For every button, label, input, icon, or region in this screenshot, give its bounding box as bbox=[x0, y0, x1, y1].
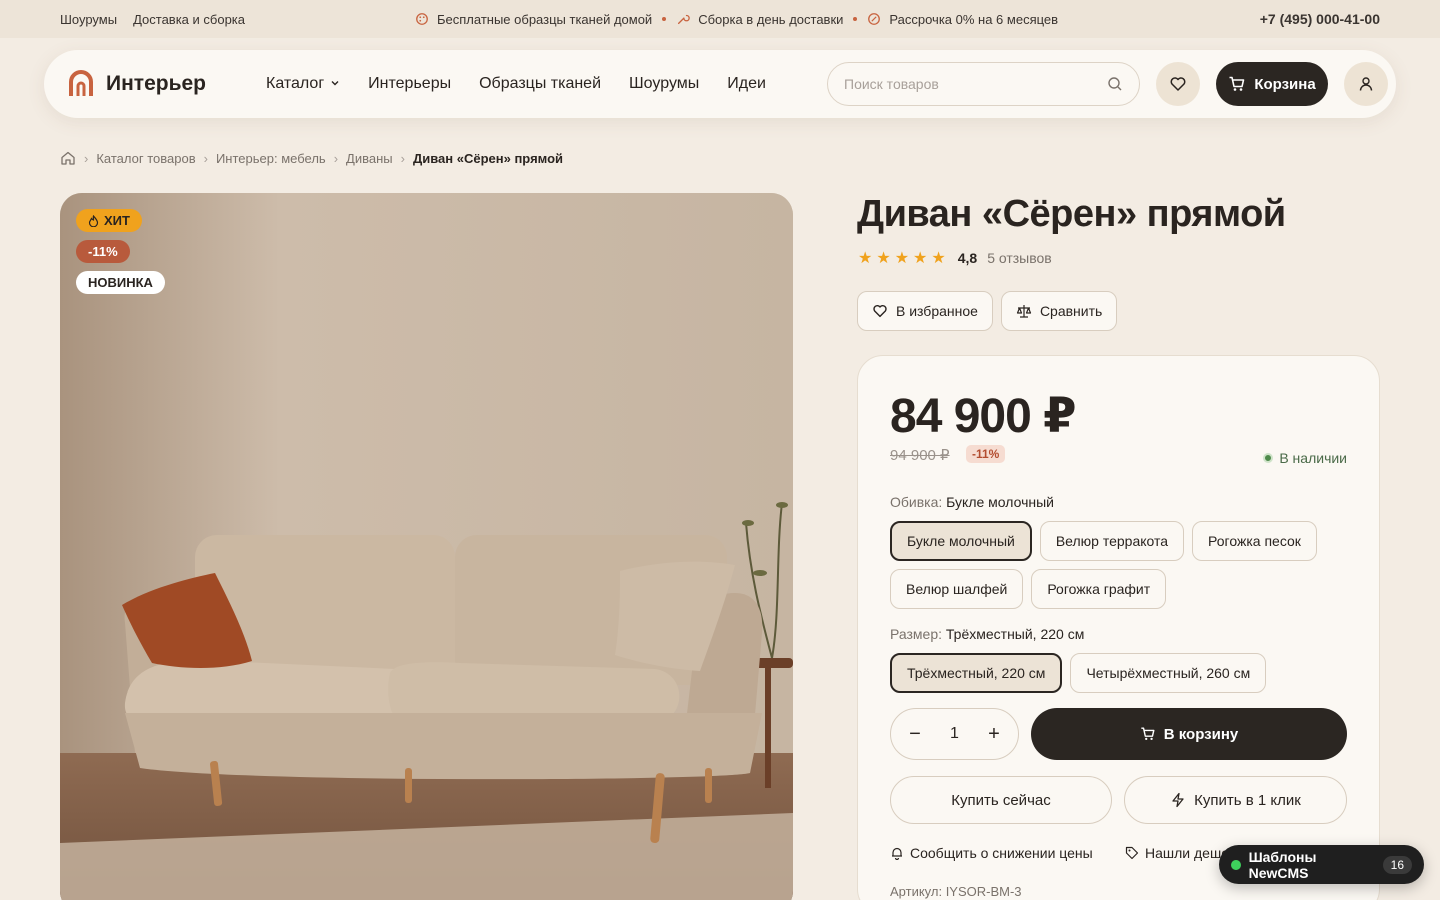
chevron-right-icon: › bbox=[203, 150, 208, 166]
star-icon: ★ bbox=[894, 250, 910, 267]
star-icon: ★ bbox=[858, 250, 873, 267]
star-icon: ★ bbox=[931, 250, 946, 267]
separator-dot bbox=[662, 17, 667, 21]
add-to-cart-button[interactable]: В корзину bbox=[1031, 708, 1347, 760]
percent-icon bbox=[868, 13, 881, 25]
badge-new: НОВИНКА bbox=[76, 271, 165, 294]
size-selected: Трёхместный, 220 см bbox=[945, 626, 1085, 642]
heart-icon bbox=[873, 304, 887, 318]
product-rating[interactable]: ★ ★ ★ ★ ★ 4,8 5 отзывов bbox=[858, 248, 1052, 268]
product-sku: Артикул: IYSOR-BM-3 bbox=[890, 884, 1022, 899]
logo-icon bbox=[69, 70, 93, 96]
wrench-icon bbox=[678, 14, 690, 25]
chevron-right-icon: › bbox=[333, 150, 339, 166]
promo-installment: Рассрочка 0% на 6 месяцев bbox=[867, 12, 1058, 27]
price-drop-notify-link[interactable]: Сообщить о снижении цены bbox=[890, 845, 1093, 861]
account-button[interactable] bbox=[1344, 62, 1388, 106]
reviews-link[interactable]: 5 отзывов bbox=[987, 250, 1052, 266]
rating-score: 4,8 bbox=[957, 250, 978, 266]
product-badges: ХИТ -11% НОВИНКА bbox=[76, 209, 165, 294]
main-header: Интерьер Каталог Интерьеры Образцы ткане… bbox=[44, 50, 1396, 118]
cart-button[interactable]: Корзина bbox=[1216, 62, 1328, 106]
search-icon[interactable] bbox=[1107, 76, 1123, 92]
product-actions: В избранное Сравнить bbox=[857, 291, 1118, 331]
online-dot-icon bbox=[1231, 859, 1241, 870]
size-label: Размер: Трёхместный, 220 см bbox=[890, 626, 1085, 642]
badge-discount: -11% bbox=[76, 240, 130, 263]
breadcrumb: › Каталог товаров › Интерьер: мебель › Д… bbox=[60, 150, 563, 166]
current-price: 84 900 ₽ bbox=[890, 390, 1077, 443]
one-click-buy-button[interactable]: Купить в 1 клик bbox=[1124, 776, 1347, 824]
add-to-favorites-button[interactable]: В избранное bbox=[857, 291, 993, 331]
scales-icon bbox=[1016, 305, 1032, 318]
favorites-button[interactable] bbox=[1156, 62, 1200, 106]
quantity-value[interactable]: 1 bbox=[950, 725, 959, 743]
search-box bbox=[827, 62, 1140, 106]
separator-dot bbox=[853, 17, 858, 21]
upholstery-option[interactable]: Велюр терракота bbox=[1039, 521, 1185, 561]
heart-icon bbox=[1170, 77, 1186, 91]
product-image[interactable]: ХИТ -11% НОВИНКА bbox=[60, 193, 793, 900]
breadcrumb-furniture[interactable]: Интерьер: мебель bbox=[216, 151, 326, 166]
upholstery-option[interactable]: Рогожка песок bbox=[1192, 521, 1317, 561]
nav-showrooms[interactable]: Шоурумы bbox=[629, 75, 699, 93]
breadcrumb-sofas[interactable]: Диваны bbox=[346, 151, 393, 166]
main-nav: Каталог Интерьеры Образцы тканей Шоурумы… bbox=[266, 75, 766, 93]
logo[interactable]: Интерьер bbox=[68, 70, 206, 98]
stock-status: В наличии bbox=[1263, 450, 1347, 466]
newcms-templates-widget[interactable]: Шаблоны NewCMS 16 bbox=[1219, 845, 1424, 884]
nav-fabric-samples[interactable]: Образцы тканей bbox=[479, 75, 601, 93]
size-option[interactable]: Четырёхместный, 260 см bbox=[1070, 653, 1267, 693]
nav-catalog[interactable]: Каталог bbox=[266, 75, 340, 93]
lightning-icon bbox=[1172, 792, 1184, 808]
phone-number[interactable]: +7 (495) 000-41-00 bbox=[1260, 11, 1380, 27]
size-option[interactable]: Трёхместный, 220 см bbox=[890, 653, 1063, 693]
compare-button[interactable]: Сравнить bbox=[1000, 291, 1118, 331]
search-input[interactable] bbox=[844, 76, 1107, 92]
purchase-card: 84 900 ₽ 94 900 ₽ -11% В наличии Обивка:… bbox=[857, 355, 1380, 900]
breadcrumb-current: Диван «Сёрен» прямой bbox=[412, 150, 564, 166]
size-options: Трёхместный, 220 см Четырёхместный, 260 … bbox=[890, 653, 1360, 693]
promo-fabric-samples: Бесплатные образцы тканей домой bbox=[415, 12, 652, 27]
badge-hit: ХИТ bbox=[76, 209, 142, 232]
nav-interiors[interactable]: Интерьеры bbox=[368, 75, 451, 93]
flame-icon bbox=[88, 214, 99, 227]
decrease-button[interactable]: − bbox=[905, 723, 925, 746]
discount-chip: -11% bbox=[966, 445, 1006, 463]
upholstery-option[interactable]: Велюр шалфей bbox=[890, 569, 1024, 609]
topbar-link-delivery[interactable]: Доставка и сборка bbox=[133, 12, 245, 27]
cart-icon bbox=[1229, 76, 1245, 91]
increase-button[interactable]: + bbox=[984, 723, 1004, 746]
top-bar: Шоурумы Доставка и сборка Бесплатные обр… bbox=[0, 0, 1440, 38]
status-dot-icon bbox=[1263, 453, 1274, 463]
chevron-down-icon bbox=[330, 75, 340, 93]
upholstery-option[interactable]: Букле молочный bbox=[890, 521, 1032, 561]
upholstery-selected: Букле молочный bbox=[946, 494, 1054, 510]
tag-icon bbox=[1125, 846, 1139, 860]
sofa-photo bbox=[60, 193, 793, 900]
user-icon bbox=[1359, 77, 1373, 91]
widget-count-badge: 16 bbox=[1382, 855, 1412, 874]
palette-icon bbox=[416, 13, 428, 25]
buy-now-button[interactable]: Купить сейчас bbox=[890, 776, 1112, 824]
chevron-right-icon: › bbox=[400, 150, 405, 166]
promo-assembly: Сборка в день доставки bbox=[676, 12, 843, 27]
old-price: 94 900 ₽ bbox=[890, 447, 950, 464]
cart-icon bbox=[1141, 727, 1155, 741]
upholstery-options: Букле молочный Велюр терракота Рогожка п… bbox=[890, 521, 1360, 609]
nav-ideas[interactable]: Идеи bbox=[727, 75, 766, 93]
logo-text: Интерьер bbox=[106, 72, 206, 95]
upholstery-label: Обивка: Букле молочный bbox=[890, 494, 1054, 510]
star-icon: ★ bbox=[913, 250, 928, 267]
topbar-link-showrooms[interactable]: Шоурумы bbox=[60, 12, 117, 27]
product-title: Диван «Сёрен» прямой bbox=[857, 193, 1286, 235]
upholstery-option[interactable]: Рогожка графит bbox=[1031, 569, 1167, 609]
quantity-stepper: − 1 + bbox=[890, 708, 1019, 760]
home-icon[interactable] bbox=[60, 150, 76, 166]
bell-icon bbox=[892, 847, 902, 860]
chevron-right-icon: › bbox=[84, 150, 89, 166]
breadcrumb-catalog[interactable]: Каталог товаров bbox=[96, 151, 195, 166]
star-icon: ★ bbox=[876, 250, 891, 267]
